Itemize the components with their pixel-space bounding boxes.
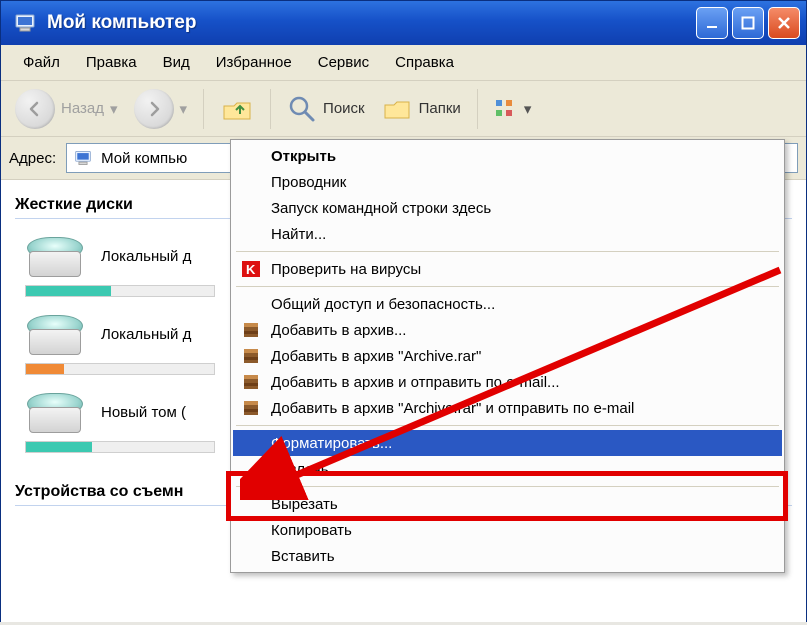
toolbar-separator [477, 89, 478, 129]
my-computer-icon [13, 11, 37, 35]
close-button[interactable] [768, 7, 800, 39]
maximize-button[interactable] [732, 7, 764, 39]
ctx-find[interactable]: Найти... [233, 221, 782, 247]
ctx-eject[interactable]: Извлечь [233, 456, 782, 482]
forward-button[interactable]: ▾ [128, 85, 194, 133]
hard-drive-icon [23, 233, 87, 279]
ctx-open[interactable]: Открыть [233, 143, 782, 169]
winrar-icon [241, 373, 261, 391]
ctx-virus-scan[interactable]: K Проверить на вирусы [233, 256, 782, 282]
folders-label: Папки [419, 100, 461, 117]
menu-help[interactable]: Справка [383, 51, 466, 74]
menubar: Файл Правка Вид Избранное Сервис Справка [1, 45, 806, 81]
toolbar-separator [270, 89, 271, 129]
winrar-icon [241, 399, 261, 417]
ctx-rar-add-named[interactable]: Добавить в архив "Archive.rar" [233, 343, 782, 369]
ctx-rar-add[interactable]: Добавить в архив... [233, 317, 782, 343]
toolbar: Назад ▾ ▾ Поиск [1, 81, 806, 137]
ctx-separator [236, 286, 779, 287]
ctx-separator [236, 486, 779, 487]
menu-file[interactable]: Файл [11, 51, 72, 74]
up-button[interactable] [214, 90, 260, 128]
forward-arrow-icon [134, 89, 174, 129]
titlebar: Мой компьютер [0, 0, 807, 45]
svg-text:K: K [246, 262, 256, 277]
ctx-rar-email[interactable]: Добавить в архив и отправить по e-mail..… [233, 369, 782, 395]
ctx-copy[interactable]: Копировать [233, 517, 782, 543]
ctx-separator [236, 251, 779, 252]
views-button[interactable]: ▾ [488, 94, 538, 124]
address-value: Мой компью [101, 150, 187, 167]
back-label: Назад [61, 100, 104, 117]
window-title: Мой компьютер [47, 12, 692, 34]
chevron-down-icon: ▾ [110, 100, 118, 118]
menu-view[interactable]: Вид [151, 51, 202, 74]
folders-button[interactable]: Папки [375, 91, 467, 127]
hard-drive-icon [23, 389, 87, 435]
ctx-cmd-here[interactable]: Запуск командной строки здесь [233, 195, 782, 221]
drive-label: Локальный д [101, 326, 191, 343]
ctx-cut[interactable]: Вырезать [233, 491, 782, 517]
menu-edit[interactable]: Правка [74, 51, 149, 74]
back-arrow-icon [15, 89, 55, 129]
ctx-paste[interactable]: Вставить [233, 543, 782, 569]
winrar-icon [241, 321, 261, 339]
ctx-separator [236, 425, 779, 426]
chevron-down-icon: ▾ [524, 100, 532, 118]
drive-usage-bar [25, 441, 215, 453]
ctx-sharing[interactable]: Общий доступ и безопасность... [233, 291, 782, 317]
folders-icon [381, 95, 413, 123]
ctx-format[interactable]: Форматировать... [233, 430, 782, 456]
search-button[interactable]: Поиск [281, 90, 371, 128]
search-icon [287, 94, 317, 124]
ctx-rar-email-named[interactable]: Добавить в архив "Archive.rar" и отправи… [233, 395, 782, 421]
context-menu: Открыть Проводник Запуск командной строк… [230, 139, 785, 573]
drive-usage-bar [25, 285, 215, 297]
address-label: Адрес: [9, 150, 56, 167]
drive-usage-bar [25, 363, 215, 375]
minimize-button[interactable] [696, 7, 728, 39]
menu-tools[interactable]: Сервис [306, 51, 381, 74]
folder-up-icon [220, 94, 254, 124]
drive-label: Локальный д [101, 248, 191, 265]
winrar-icon [241, 347, 261, 365]
menu-fav[interactable]: Избранное [204, 51, 304, 74]
hard-drive-icon [23, 311, 87, 357]
toolbar-separator [203, 89, 204, 129]
kaspersky-icon: K [241, 260, 261, 278]
search-label: Поиск [323, 100, 365, 117]
chevron-down-icon: ▾ [180, 100, 188, 118]
views-icon [494, 98, 518, 120]
back-button[interactable]: Назад ▾ [9, 85, 124, 133]
my-computer-icon [73, 149, 93, 167]
ctx-explorer[interactable]: Проводник [233, 169, 782, 195]
drive-label: Новый том ( [101, 404, 186, 421]
